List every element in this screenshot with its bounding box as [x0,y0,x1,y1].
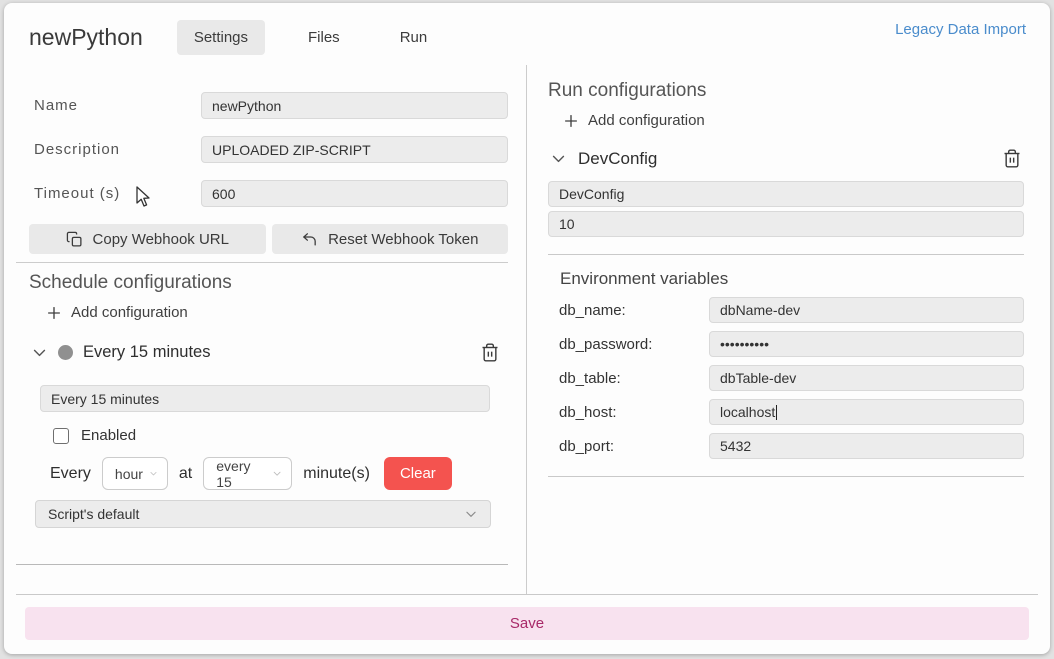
db-host-value: localhost [720,404,775,420]
at-label: at [179,465,192,483]
minutes-label: minute(s) [303,465,370,483]
hour-select-value: hour [115,466,143,482]
db-table-input[interactable] [709,365,1024,391]
db-host-input[interactable]: localhost [709,399,1024,425]
divider [548,254,1024,255]
timeout-row: Timeout (s) [29,180,508,207]
reset-webhook-token-button[interactable]: Reset Webhook Token [272,224,509,254]
db-port-label: db_port: [548,438,709,455]
page-title: newPython [29,24,143,51]
add-configuration-label: Add configuration [71,304,188,321]
schedule-configurations-heading: Schedule configurations [29,272,508,294]
app-card: newPython Settings Files Run Legacy Data… [4,3,1050,654]
divider [16,564,508,565]
every-label: Every [50,465,91,483]
webhook-buttons: Copy Webhook URL Reset Webhook Token [29,224,508,254]
settings-panel: Name Description Timeout (s) Copy Webhoo… [4,65,527,594]
enabled-label: Enabled [81,427,136,444]
run-config-name-input[interactable] [548,181,1024,207]
timeout-label: Timeout (s) [29,185,201,202]
chevron-down-icon[interactable] [31,344,48,361]
main-content: Name Description Timeout (s) Copy Webhoo… [4,65,1050,594]
run-config-item-header: DevConfig [550,148,1022,169]
chevron-down-icon [272,468,282,479]
delete-schedule-trash-icon[interactable] [480,342,500,363]
text-caret [776,405,777,420]
run-config-number-input[interactable] [548,211,1024,237]
schedule-item-header: Every 15 minutes [31,342,500,363]
db-password-input[interactable] [709,331,1024,357]
run-configurations-heading: Run configurations [548,80,1024,102]
tab-settings[interactable]: Settings [177,20,265,55]
env-row-db-host: db_host: localhost [548,399,1024,425]
env-row-db-port: db_port: [548,433,1024,459]
db-name-input[interactable] [709,297,1024,323]
description-label: Description [29,141,201,158]
env-row-db-password: db_password: [548,331,1024,357]
tab-files[interactable]: Files [291,20,357,55]
name-row: Name [29,92,508,119]
enabled-checkbox[interactable] [53,428,69,444]
undo-arrow-icon [301,231,318,248]
runconfig-select[interactable]: Script's default [35,500,491,528]
chevron-down-icon[interactable] [550,150,567,167]
copy-webhook-url-button[interactable]: Copy Webhook URL [29,224,266,254]
chevron-down-icon [464,507,478,521]
copy-icon [66,231,83,248]
clear-button[interactable]: Clear [384,457,452,490]
run-configurations-panel: Run configurations Add configuration Dev… [527,65,1050,594]
db-host-label: db_host: [548,404,709,421]
tab-bar: Settings Files Run [177,20,444,55]
reset-webhook-label: Reset Webhook Token [328,231,478,248]
hour-select[interactable]: hour [102,457,168,490]
run-config-title: DevConfig [578,149,657,169]
chevron-down-icon [149,468,158,479]
add-run-configuration-button[interactable]: Add configuration [563,112,1024,129]
divider [548,476,1024,477]
delete-run-config-trash-icon[interactable] [1002,148,1022,169]
minute-select-value: every 15 [216,458,266,490]
divider [16,594,1038,595]
copy-webhook-label: Copy Webhook URL [93,231,229,248]
timeout-input[interactable] [201,180,508,207]
add-configuration-label: Add configuration [588,112,705,129]
db-password-label: db_password: [548,336,709,353]
cron-settings-row: Every hour at every 15 minute(s) Clear [50,457,508,490]
status-dot [58,345,73,360]
env-row-db-table: db_table: [548,365,1024,391]
header: newPython Settings Files Run Legacy Data… [4,3,1050,65]
schedule-item-title: Every 15 minutes [83,343,210,362]
add-schedule-configuration-button[interactable]: Add configuration [46,304,508,321]
divider [16,262,508,263]
plus-icon [563,113,579,129]
legacy-data-import-link[interactable]: Legacy Data Import [895,21,1026,38]
env-row-db-name: db_name: [548,297,1024,323]
description-input[interactable] [201,136,508,163]
description-row: Description [29,136,508,163]
plus-icon [46,305,62,321]
name-label: Name [29,97,201,114]
enabled-row: Enabled [53,427,508,444]
db-name-label: db_name: [548,302,709,319]
name-input[interactable] [201,92,508,119]
schedule-name-input[interactable] [40,385,490,412]
db-port-input[interactable] [709,433,1024,459]
db-table-label: db_table: [548,370,709,387]
runconfig-select-value: Script's default [48,506,139,522]
tab-run[interactable]: Run [383,20,445,55]
script-form: Name Description Timeout (s) [29,92,508,207]
minute-select[interactable]: every 15 [203,457,292,490]
save-button[interactable]: Save [25,607,1029,640]
environment-variables-heading: Environment variables [560,269,1024,289]
